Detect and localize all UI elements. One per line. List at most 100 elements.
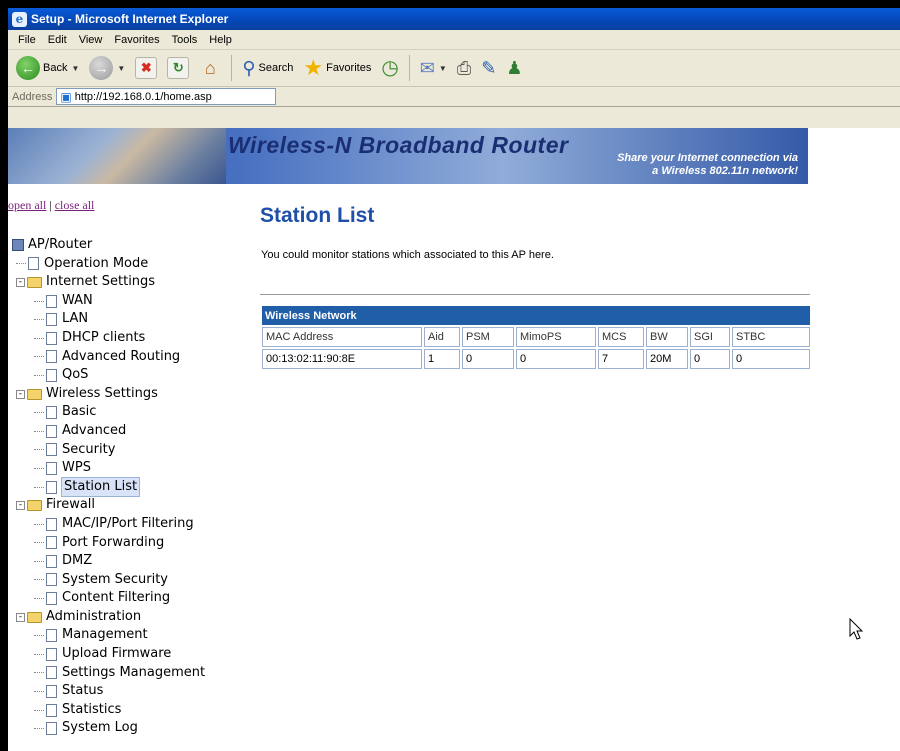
tree-label: Upload Firmware xyxy=(62,646,172,662)
banner-photo xyxy=(8,128,226,184)
menu-view[interactable]: View xyxy=(73,34,109,46)
collapse-icon[interactable]: - xyxy=(16,389,25,399)
tree-item-security[interactable]: Security xyxy=(12,441,205,460)
tree-connector xyxy=(34,672,44,674)
tree-item-wan[interactable]: WAN xyxy=(12,292,205,311)
tree-label: WAN xyxy=(62,292,93,308)
tree-item-advanced-routing[interactable]: Advanced Routing xyxy=(12,348,205,367)
tree-label-selected: Station List xyxy=(60,476,141,498)
main-panel: Station List You could monitor stations … xyxy=(260,204,820,369)
tree-item-basic[interactable]: Basic xyxy=(12,403,205,422)
tree-item-dhcp-clients[interactable]: DHCP clients xyxy=(12,329,205,348)
tree-label: Basic xyxy=(62,404,97,420)
tree-item-wps[interactable]: WPS xyxy=(12,459,205,478)
tree-item-content-filtering[interactable]: Content Filtering xyxy=(12,589,205,608)
tree-connector xyxy=(34,430,44,432)
ie-logo-icon: e xyxy=(12,11,27,27)
tree-item-qos[interactable]: QoS xyxy=(12,366,205,385)
collapse-icon[interactable]: - xyxy=(16,612,25,622)
close-all-link[interactable]: close all xyxy=(55,198,95,212)
address-label: Address xyxy=(12,90,53,103)
tree-item-system-security[interactable]: System Security xyxy=(12,571,205,590)
page-icon xyxy=(46,517,57,531)
tree-folder-internet-settings[interactable]: - Internet Settings xyxy=(12,273,205,292)
tree-item-port-forwarding[interactable]: Port Forwarding xyxy=(12,534,205,553)
tree-item-statistics[interactable]: Statistics xyxy=(12,701,205,720)
folder-open-icon xyxy=(27,388,42,400)
table-cell: 20M xyxy=(646,349,688,369)
menu-favorites[interactable]: Favorites xyxy=(108,34,165,46)
history-button[interactable]: ◷ xyxy=(377,55,402,81)
tree-label: Firewall xyxy=(46,497,96,513)
mail-dropdown-icon[interactable]: ▼ xyxy=(439,64,447,73)
tree-item-mac-ip-port-filtering[interactable]: MAC/IP/Port Filtering xyxy=(12,515,205,534)
forward-button[interactable]: → ▼ xyxy=(85,54,129,82)
tree-connector xyxy=(34,579,44,581)
messenger-button[interactable]: ♟ xyxy=(502,55,526,81)
menu-file[interactable]: File xyxy=(12,34,42,46)
tree-connector xyxy=(34,560,44,562)
tree-item-station-list[interactable]: Station List xyxy=(12,476,205,498)
print-button[interactable]: ⎙ xyxy=(453,55,475,81)
search-button[interactable]: ⚲ Search xyxy=(238,55,297,81)
column-header: Aid xyxy=(424,327,460,347)
menu-help[interactable]: Help xyxy=(203,34,238,46)
tree-item-operation-mode[interactable]: Operation Mode xyxy=(12,255,205,274)
back-label: Back xyxy=(43,62,68,74)
forward-arrow-icon: → xyxy=(89,56,114,80)
tree-label: MAC/IP/Port Filtering xyxy=(62,515,194,531)
tree-label: DHCP clients xyxy=(62,329,146,345)
back-arrow-icon: ← xyxy=(16,56,40,80)
tree-label: DMZ xyxy=(62,553,93,569)
history-icon: ◷ xyxy=(381,57,399,79)
page-icon xyxy=(46,536,57,550)
tree-item-dmz[interactable]: DMZ xyxy=(12,552,205,571)
page-icon: ▣ xyxy=(60,89,72,104)
tree-label: Content Filtering xyxy=(62,590,171,606)
tree-folder-administration[interactable]: - Administration xyxy=(12,608,205,627)
tree-label: Security xyxy=(62,441,116,457)
stop-button[interactable]: ✖ xyxy=(131,55,161,81)
tree-label: WPS xyxy=(62,460,91,476)
tree-item-lan[interactable]: LAN xyxy=(12,310,205,329)
collapse-icon[interactable]: - xyxy=(16,501,25,511)
collapse-icon[interactable]: - xyxy=(16,277,25,287)
back-button[interactable]: ← Back ▼ xyxy=(12,54,83,82)
back-dropdown-icon[interactable]: ▼ xyxy=(71,64,79,73)
tree-connector xyxy=(34,691,44,693)
tree-item-settings-management[interactable]: Settings Management xyxy=(12,664,205,683)
title-bar: e Setup - Microsoft Internet Explorer xyxy=(8,8,900,30)
address-bar: Address ▣ http://192.168.0.1/home.asp xyxy=(8,87,900,107)
open-all-link[interactable]: open all xyxy=(8,198,46,212)
address-url[interactable]: http://192.168.0.1/home.asp xyxy=(75,91,212,103)
tree-connector xyxy=(34,523,44,525)
forward-dropdown-icon[interactable]: ▼ xyxy=(117,64,125,73)
edit-button[interactable]: ✎ xyxy=(477,55,500,81)
favorites-star-icon: ★ xyxy=(303,55,324,80)
table-cell: 0 xyxy=(732,349,810,369)
tree-item-management[interactable]: Management xyxy=(12,626,205,645)
tree-connector xyxy=(34,635,44,637)
column-header: MAC Address xyxy=(262,327,422,347)
toolbar: ← Back ▼ → ▼ ✖ ↻ ⌂ ⚲ Search ★ Favorites … xyxy=(8,50,900,87)
tree-item-system-log[interactable]: System Log xyxy=(12,719,205,738)
menu-edit[interactable]: Edit xyxy=(42,34,73,46)
computer-icon xyxy=(12,239,24,252)
tree-item-advanced[interactable]: Advanced xyxy=(12,422,205,441)
tree-root[interactable]: AP/Router xyxy=(12,236,205,255)
home-button[interactable]: ⌂ xyxy=(195,55,225,81)
address-input[interactable]: ▣ http://192.168.0.1/home.asp xyxy=(56,88,277,105)
page-icon xyxy=(46,629,57,643)
tree-folder-wireless-settings[interactable]: - Wireless Settings xyxy=(12,385,205,404)
mail-button[interactable]: ✉ ▼ xyxy=(416,55,451,81)
page-icon xyxy=(46,350,57,364)
refresh-button[interactable]: ↻ xyxy=(163,55,193,81)
favorites-label: Favorites xyxy=(326,62,372,74)
station-table: Wireless Network MAC Address Aid PSM Mim… xyxy=(260,304,812,371)
tree-folder-firewall[interactable]: - Firewall xyxy=(12,496,205,515)
menu-tools[interactable]: Tools xyxy=(166,34,204,46)
tree-item-status[interactable]: Status xyxy=(12,682,205,701)
tree-item-upload-firmware[interactable]: Upload Firmware xyxy=(12,645,205,664)
page-icon xyxy=(46,406,57,420)
favorites-button[interactable]: ★ Favorites xyxy=(299,55,375,81)
